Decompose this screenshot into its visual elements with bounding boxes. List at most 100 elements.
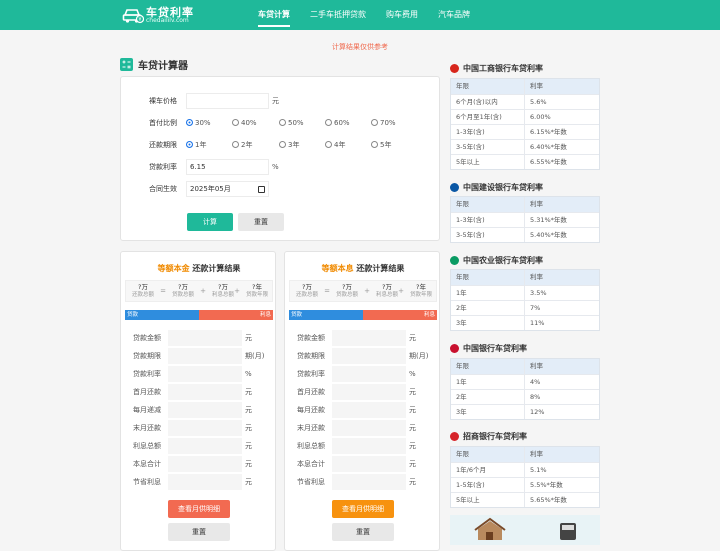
result-row: 贷款金额元 [285, 330, 441, 346]
calculator-icon [120, 57, 133, 71]
icbc-logo-icon [450, 63, 459, 73]
table-row: 1-5年(含) 5.5%*年数 [451, 477, 599, 492]
result-row: 贷款利率% [285, 366, 441, 382]
formula-years: ?年 贷款年限 [245, 283, 268, 298]
result-value [168, 348, 242, 364]
calendar-icon[interactable] [258, 186, 265, 193]
bank-title[interactable]: 中国建设银行车贷利率 [450, 180, 600, 194]
nav-car-brands[interactable]: 汽车品牌 [428, 0, 480, 30]
bank-title[interactable]: 招商银行车贷利率 [450, 429, 600, 443]
nav-used-car-loan[interactable]: 二手车抵押贷款 [300, 0, 376, 30]
bar-loan: 贷款 [289, 310, 363, 320]
down-payment-60[interactable]: 60% [325, 115, 350, 131]
reset-button[interactable]: 重置 [238, 213, 284, 231]
nav-car-loan-calc[interactable]: 车贷计算 [248, 0, 300, 30]
car-logo-icon: ¥ [122, 9, 144, 24]
rate-table: 年限 利率 1年 3.5% 2年 7% 3年 11% [450, 269, 600, 331]
result-value [168, 474, 242, 490]
radio-icon [186, 141, 193, 148]
result-row: 贷款利率% [121, 366, 277, 382]
rate-table: 年限 利率 1年 4% 2年 8% 3年 12% [450, 358, 600, 420]
result-row: 贷款期限 期(月) [285, 348, 441, 364]
boc-logo-icon [450, 343, 459, 353]
price-input[interactable] [186, 93, 269, 109]
result-row: 首月还款元 [121, 384, 277, 400]
formula-years: ?年 贷款年限 [409, 283, 432, 298]
result-row: 末月还款元 [285, 420, 441, 436]
price-label: 裸车价格 [149, 97, 177, 105]
calculator-form: 裸车价格 元 首付比例 30% 40% 50% 60% 70% 还款期限 1年 … [120, 76, 440, 241]
term-label: 还款期限 [149, 141, 177, 149]
bank-section-abc: 中国农业银行车贷利率 年限 利率 1年 3.5% 2年 7% 3年 11% [450, 253, 600, 331]
down-payment-30[interactable]: 30% [186, 115, 211, 131]
bar-interest: 利息 [363, 310, 437, 320]
table-row: 1-3年(含) 6.15%*年数 [451, 124, 599, 139]
term-3y[interactable]: 3年 [279, 137, 299, 153]
formula-summary: ?万 还款总额 = ?万 贷款总额 + ?万 利息总额 + ?年 贷款年限 [125, 280, 273, 302]
result-row: 利息总额元 [121, 438, 277, 454]
calculate-button[interactable]: 计算 [187, 213, 233, 231]
table-row: 1年/6个月 5.1% [451, 462, 599, 477]
term-1y[interactable]: 1年 [186, 137, 206, 153]
result-row: 贷款期限 期(月) [121, 348, 277, 364]
table-row: 2年 8% [451, 389, 599, 404]
rate-unit: % [272, 163, 279, 171]
radio-icon [371, 141, 378, 148]
result-reset-button[interactable]: 重置 [332, 523, 394, 541]
result-row: 贷款金额元 [121, 330, 277, 346]
result-value [332, 456, 406, 472]
term-4y[interactable]: 4年 [325, 137, 345, 153]
price-unit: 元 [272, 97, 279, 105]
price-row: 裸车价格 元 [121, 93, 441, 109]
radio-icon [279, 141, 286, 148]
down-payment-70[interactable]: 70% [371, 115, 396, 131]
radio-icon [325, 141, 332, 148]
down-payment-label: 首付比例 [149, 119, 177, 127]
down-payment-50[interactable]: 50% [279, 115, 304, 131]
radio-icon [371, 119, 378, 126]
bank-section-ccb: 中国建设银行车贷利率 年限 利率 1-3年(含) 5.31%*年数 3-5年(含) 5… [450, 180, 600, 243]
bank-title[interactable]: 中国农业银行车贷利率 [450, 253, 600, 267]
formula-loan: ?万 贷款总额 [335, 283, 358, 298]
result-value [168, 384, 242, 400]
view-monthly-detail-button[interactable]: 查看月供明细 [332, 500, 394, 518]
term-2y[interactable]: 2年 [232, 137, 252, 153]
term-row: 还款期限 1年 2年 3年 4年 5年 [121, 137, 441, 153]
start-date-value: 2025年05月 [190, 185, 231, 193]
main-nav: 车贷计算 二手车抵押贷款 购车费用 汽车品牌 [248, 0, 480, 30]
view-monthly-detail-button[interactable]: 查看月供明细 [168, 500, 230, 518]
result-value [168, 420, 242, 436]
start-row: 合同生效 2025年05月 [121, 181, 441, 197]
site-logo[interactable]: ¥ 车贷利率 chedaililv.com [122, 4, 212, 26]
result-value [168, 456, 242, 472]
bank-title[interactable]: 中国银行车贷利率 [450, 341, 600, 355]
radio-icon [186, 119, 193, 126]
table-row: 6个月至1年(含) 6.00% [451, 109, 599, 124]
result-value [332, 420, 406, 436]
loan-interest-bar: 贷款 利息 [289, 310, 437, 320]
formula-summary: ?万 还款总额 = ?万 贷款总额 + ?万 利息总额 + ?年 贷款年限 [289, 280, 437, 302]
result-value [332, 366, 406, 382]
result-value [332, 474, 406, 490]
result-value [332, 402, 406, 418]
logo-subtitle: chedaililv.com [146, 17, 189, 24]
table-row: 1年 4% [451, 374, 599, 389]
result-panel-equal-principal: 等额本金 还款计算结果 ?万 还款总额 = ?万 贷款总额 + ?万 利息总额 + ?… [120, 251, 276, 551]
bank-title[interactable]: 中国工商银行车贷利率 [450, 61, 600, 75]
nav-purchase-cost[interactable]: 购车费用 [376, 0, 428, 30]
down-payment-40[interactable]: 40% [232, 115, 257, 131]
table-row: 1-3年(含) 5.31%*年数 [451, 212, 599, 227]
radio-icon [279, 119, 286, 126]
calculator-title: 车贷计算器 [138, 60, 188, 72]
cmb-logo-icon [450, 431, 459, 441]
result-value [168, 402, 242, 418]
bar-loan: 贷款 [125, 310, 199, 320]
calculator-header: 车贷计算器 [120, 57, 188, 72]
result-reset-button[interactable]: 重置 [168, 523, 230, 541]
start-date-input[interactable]: 2025年05月 [186, 181, 269, 197]
term-5y[interactable]: 5年 [371, 137, 391, 153]
rate-input[interactable]: 6.15 [186, 159, 269, 175]
result-row: 本息合计元 [285, 456, 441, 472]
house-ad-banner[interactable] [450, 515, 600, 545]
result-value [168, 438, 242, 454]
